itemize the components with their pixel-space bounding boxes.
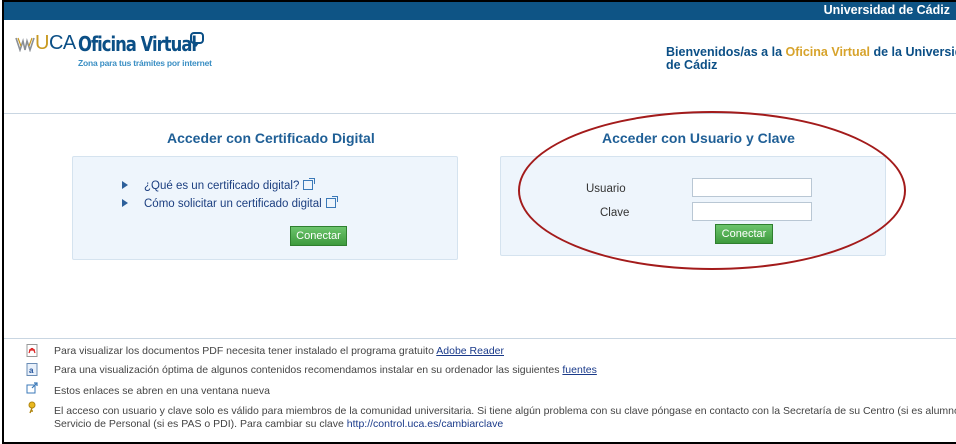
logo-title: Oficina Virtual bbox=[78, 32, 197, 56]
footer-access-text-2: Servicio de Personal (si es PAS o PDI). … bbox=[54, 418, 347, 430]
footer-newwindow-note: Estos enlaces se abren en una ventana nu… bbox=[54, 385, 270, 397]
uca-seal-icon bbox=[15, 37, 35, 52]
footer-pdf-text: Para visualizar los documentos PDF neces… bbox=[54, 345, 437, 357]
login-connect-button[interactable]: Conectar bbox=[715, 224, 773, 244]
cert-info-link[interactable]: ¿Qué es un certificado digital? bbox=[144, 178, 316, 192]
welcome-text-end: de la Universidad bbox=[873, 45, 956, 59]
external-link-icon bbox=[26, 382, 38, 394]
password-input[interactable] bbox=[692, 202, 812, 221]
cert-request-link[interactable]: Cómo solicitar un certificado digital bbox=[144, 196, 338, 210]
footer-access-note: El acceso con usuario y clave solo es vá… bbox=[54, 405, 956, 431]
logo-ca-letters: CA bbox=[48, 32, 76, 54]
welcome-message: Bienvenidos/as a la Oficina Virtual de l… bbox=[666, 46, 956, 72]
external-link-icon bbox=[325, 196, 338, 208]
svg-text:a: a bbox=[29, 366, 34, 375]
footer-access-text-1: El acceso con usuario y clave solo es vá… bbox=[54, 405, 956, 417]
key-icon bbox=[28, 401, 36, 414]
pdf-icon bbox=[26, 344, 38, 357]
page-frame: Universidad de Cádiz UCA Oficina Virtual… bbox=[2, 0, 956, 444]
username-label: Usuario bbox=[586, 183, 626, 195]
adobe-reader-link[interactable]: Adobe Reader bbox=[436, 345, 504, 357]
header: UCA Oficina Virtual Zona para tus trámit… bbox=[4, 20, 956, 114]
cert-info-link-label: ¿Qué es un certificado digital? bbox=[144, 180, 300, 192]
cert-panel-title: Acceder con Certificado Digital bbox=[167, 130, 375, 146]
cert-connect-button[interactable]: Conectar bbox=[290, 226, 347, 246]
footer-fonts-text: Para una visualización óptima de algunos… bbox=[54, 364, 563, 376]
speech-bubble-icon bbox=[190, 32, 204, 47]
login-panel-title: Acceder con Usuario y Clave bbox=[602, 130, 795, 146]
change-password-link[interactable]: http://control.uca.es/cambiarclave bbox=[347, 418, 503, 430]
password-label: Clave bbox=[600, 207, 630, 219]
footer-fonts-note: Para una visualización óptima de algunos… bbox=[54, 364, 597, 376]
logo-uca-text: UCA bbox=[35, 32, 76, 55]
top-bar: Universidad de Cádiz bbox=[4, 2, 956, 20]
external-link-icon bbox=[303, 178, 316, 190]
university-name[interactable]: Universidad de Cádiz bbox=[824, 3, 950, 17]
footer-divider bbox=[4, 338, 956, 339]
logo-tagline: Zona para tus trámites por internet bbox=[78, 58, 212, 68]
bullet-arrow-icon bbox=[122, 181, 128, 189]
uca-logo[interactable]: UCA Oficina Virtual Zona para tus trámit… bbox=[14, 32, 214, 76]
username-input[interactable] bbox=[692, 178, 812, 197]
logo-u-letter: U bbox=[35, 32, 49, 54]
welcome-text-line2: de Cádiz bbox=[666, 58, 718, 72]
bullet-arrow-icon bbox=[122, 199, 128, 207]
footer-pdf-note: Para visualizar los documentos PDF neces… bbox=[54, 345, 504, 357]
welcome-text-start: Bienvenidos/as a la bbox=[666, 45, 786, 59]
fonts-icon: a bbox=[26, 363, 38, 376]
fonts-link[interactable]: fuentes bbox=[562, 364, 596, 376]
cert-request-link-label: Cómo solicitar un certificado digital bbox=[144, 198, 322, 210]
welcome-highlight: Oficina Virtual bbox=[785, 45, 871, 59]
